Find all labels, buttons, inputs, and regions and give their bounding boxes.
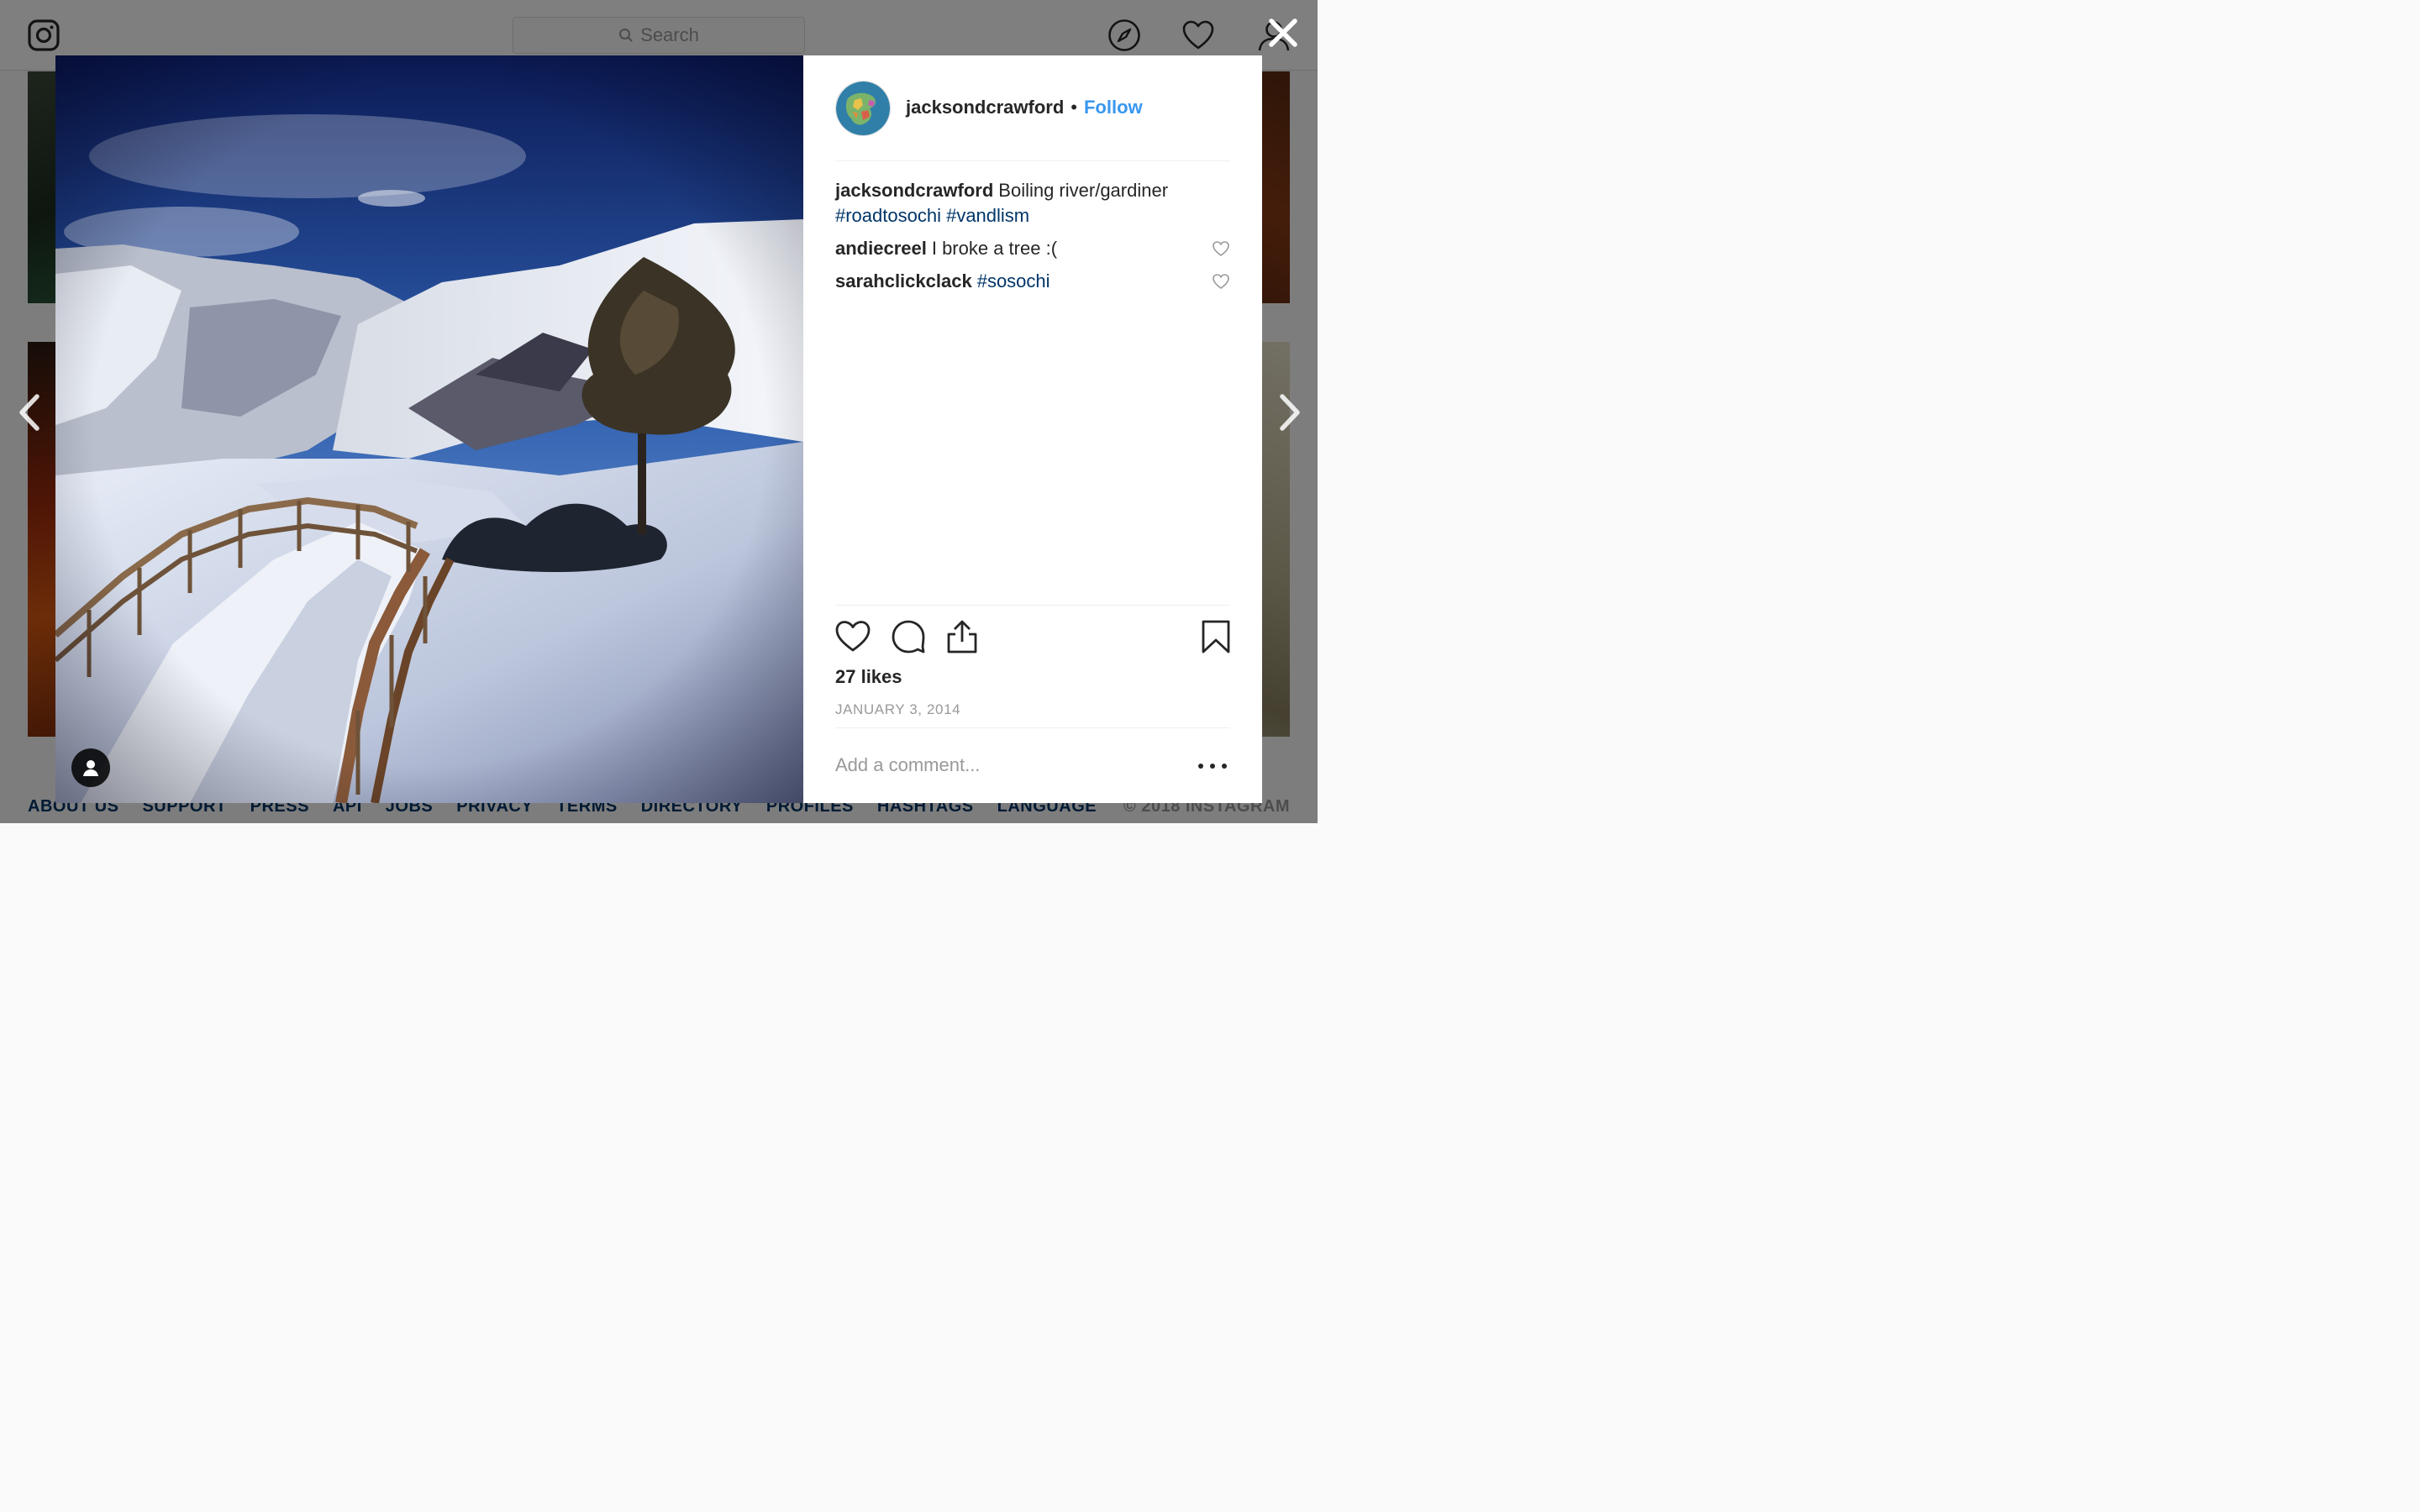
- person-icon: [83, 760, 98, 776]
- caption-hashtags[interactable]: #roadtosochi #vandlism: [835, 205, 1029, 226]
- dot: [1210, 764, 1215, 769]
- comment-item: andiecreel I broke a tree :(: [835, 236, 1230, 261]
- comment-username[interactable]: sarahclickclack: [835, 270, 972, 291]
- author-username[interactable]: jacksondcrawford: [906, 97, 1064, 118]
- avatar[interactable]: [835, 81, 891, 136]
- comment-input[interactable]: [835, 750, 1171, 780]
- likes-count[interactable]: 27 likes: [835, 666, 902, 688]
- dot: [1198, 764, 1203, 769]
- follow-button[interactable]: Follow: [1084, 97, 1143, 118]
- post-actions: 27 likes JANUARY 3, 2014: [835, 605, 1230, 727]
- bookmark-icon[interactable]: [1198, 619, 1234, 654]
- comment-like-icon[interactable]: [1212, 272, 1230, 291]
- snowy-boardwalk-photo: [55, 55, 803, 803]
- tagged-users-button[interactable]: [71, 748, 110, 787]
- caption: jacksondcrawford Boiling river/gardiner #…: [835, 178, 1230, 228]
- comment-username[interactable]: andiecreel: [835, 238, 927, 259]
- close-icon[interactable]: [1265, 15, 1301, 50]
- separator-dot: •: [1071, 97, 1077, 118]
- globe-avatar-image: [836, 81, 890, 135]
- caption-text: Boiling river/gardiner: [998, 180, 1169, 201]
- post-photo[interactable]: [55, 55, 803, 803]
- add-comment-bar: [835, 727, 1230, 803]
- chevron-left-icon[interactable]: [13, 391, 47, 433]
- comments-list: jacksondcrawford Boiling river/gardiner #…: [835, 178, 1230, 302]
- comment-item: sarahclickclack #sosochi: [835, 269, 1230, 294]
- dot: [1222, 764, 1227, 769]
- share-icon[interactable]: [944, 619, 980, 654]
- post-modal: jacksondcrawford • Follow jacksondcrawfo…: [55, 55, 1262, 803]
- comment-text: I broke a tree :(: [931, 238, 1058, 259]
- post-header: jacksondcrawford • Follow: [835, 81, 1230, 161]
- heart-outline-icon[interactable]: [835, 619, 871, 654]
- more-dots-icon[interactable]: [1198, 753, 1227, 779]
- post-date: JANUARY 3, 2014: [835, 701, 961, 717]
- post-sidebar: jacksondcrawford • Follow jacksondcrawfo…: [803, 55, 1262, 803]
- chevron-right-icon[interactable]: [1272, 391, 1306, 433]
- speech-bubble-icon[interactable]: [891, 619, 926, 654]
- comment-like-icon[interactable]: [1212, 239, 1230, 258]
- comment-text[interactable]: #sosochi: [977, 270, 1050, 291]
- caption-username[interactable]: jacksondcrawford: [835, 180, 993, 201]
